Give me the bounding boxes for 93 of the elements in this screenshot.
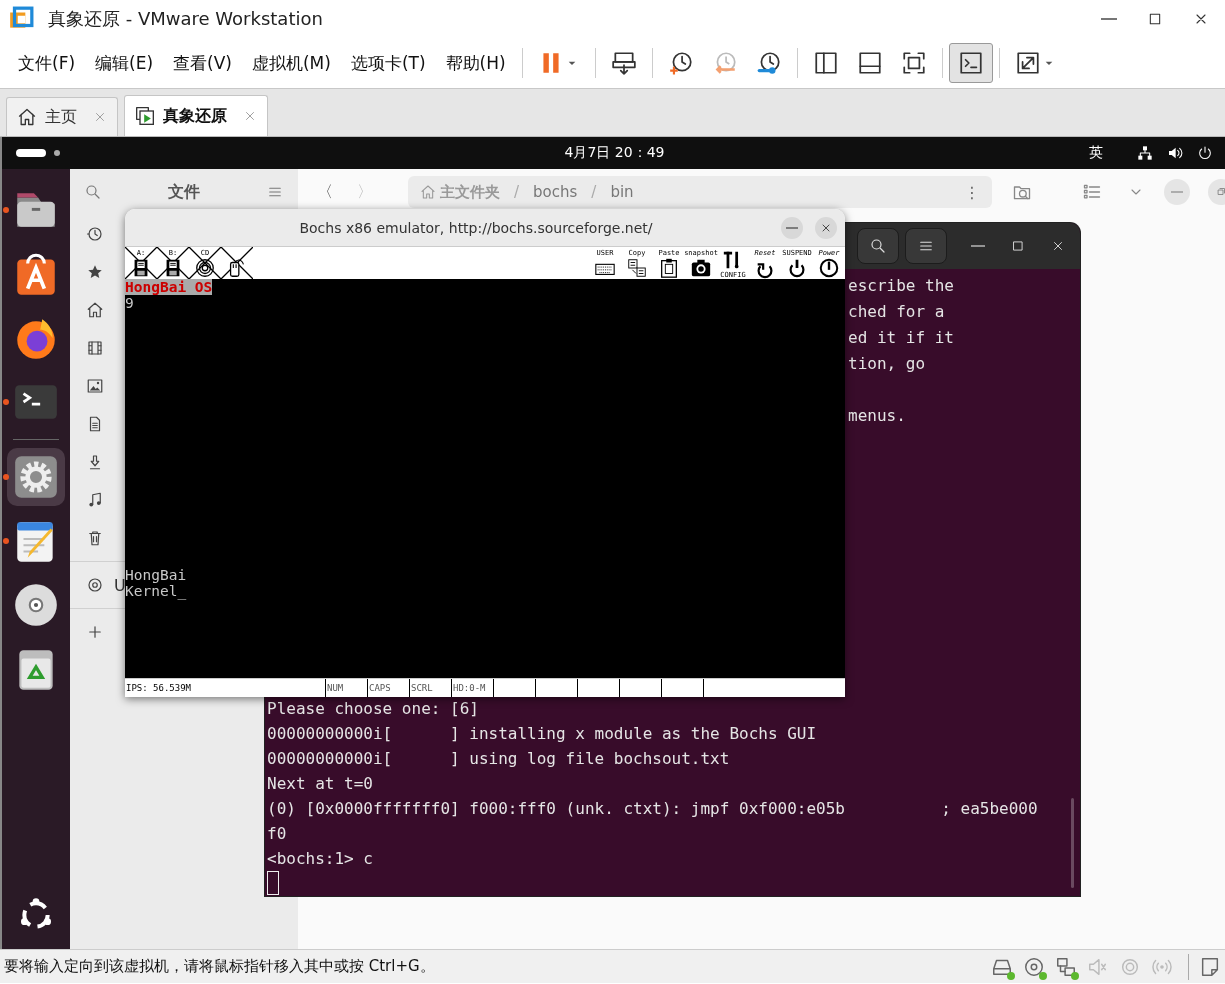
workspace-indicator[interactable] xyxy=(16,149,46,157)
maximize-icon[interactable] xyxy=(1011,239,1025,253)
terminal-line: <bochs:1> c xyxy=(267,848,374,870)
list-view-icon[interactable] xyxy=(1082,182,1102,202)
vm-icon xyxy=(135,106,155,126)
breadcrumb[interactable]: bochs xyxy=(533,183,578,201)
disc-icon xyxy=(86,576,104,594)
search-icon xyxy=(869,237,887,255)
text-cursor xyxy=(267,871,279,895)
device-status[interactable] xyxy=(1055,955,1077,978)
menu-item[interactable]: 编辑(E) xyxy=(85,51,164,75)
pictures-icon xyxy=(86,377,104,395)
status-cell-text: IPS: 56.539M xyxy=(125,682,193,695)
bottom-panel-icon xyxy=(856,50,883,76)
tab[interactable]: 真象还原 xyxy=(124,95,268,136)
terminal-line: ed it if it xyxy=(848,327,955,349)
close-button[interactable] xyxy=(815,216,837,239)
tab-label: 主页 xyxy=(45,106,77,128)
cd-icon xyxy=(194,257,216,279)
snapshot-manager-icon xyxy=(755,50,782,76)
terminal-line: escribe the xyxy=(848,275,955,297)
path-bar[interactable]: 主文件夹 / bochs / bin ⋮ xyxy=(408,176,992,208)
videos-icon xyxy=(86,339,104,357)
menu-item[interactable]: 虚拟机(M) xyxy=(241,51,341,75)
starred-icon xyxy=(86,263,104,281)
network-icon[interactable] xyxy=(1137,145,1153,161)
minimize-icon xyxy=(1171,191,1183,193)
note-icon[interactable] xyxy=(1199,955,1221,978)
back-button[interactable]: 〈 xyxy=(310,181,340,203)
window-title: 真象还原 - VMware Workstation xyxy=(48,7,323,31)
terminal-line: (0) [0x0000fffffff0] f000:fff0 (unk. ctxt): jmpf 0xf000:e05b ; ea5be000 xyxy=(267,798,1039,820)
more-button[interactable]: ⋮ xyxy=(964,182,980,202)
screen-text: 9 xyxy=(125,295,134,311)
console-view-button[interactable] xyxy=(948,43,993,83)
snapshot-take-icon xyxy=(667,50,694,76)
status-message: 要将输入定向到该虚拟机，请将鼠标指针移入其中或按 Ctrl+G。 xyxy=(4,957,435,976)
screen-text: HongBai OS xyxy=(125,279,213,295)
sidebar-item[interactable]: U xyxy=(70,566,126,604)
path-separator: / xyxy=(591,183,597,201)
terminal-line: tion, go xyxy=(848,353,927,375)
stretch-icon xyxy=(1014,50,1041,76)
screen-text: Kernel_ xyxy=(125,583,187,599)
trash-icon xyxy=(86,529,104,547)
status-cell: HD:0-M xyxy=(451,679,493,697)
volume-icon[interactable] xyxy=(1167,145,1183,161)
fullscreen-icon xyxy=(900,50,927,76)
scrollbar[interactable] xyxy=(1071,798,1074,888)
menu-item[interactable]: 选项卡(T) xyxy=(340,51,436,75)
minimize-icon xyxy=(786,226,798,229)
home-icon xyxy=(86,301,104,319)
terminal-line: ched for a xyxy=(848,301,946,323)
breadcrumb[interactable]: bin xyxy=(610,183,634,201)
network-icon xyxy=(1055,955,1077,978)
minimize-button[interactable] xyxy=(781,216,803,239)
maximize-icon[interactable] xyxy=(1147,11,1163,27)
home-icon xyxy=(420,184,436,200)
power-icon[interactable] xyxy=(1197,145,1213,161)
tab[interactable]: 主页 xyxy=(6,97,118,136)
terminal-line: menus. xyxy=(848,405,907,427)
screen-text: HongBai xyxy=(125,567,187,583)
window-title: Bochs x86 emulator, http://bochs.sourceforge.net/ xyxy=(298,219,654,236)
sidebar-view-icon xyxy=(812,50,839,76)
clock[interactable]: 4月7日 20：49 xyxy=(415,144,814,162)
device-status[interactable] xyxy=(1023,955,1045,978)
menu-item[interactable]: 查看(V) xyxy=(163,51,242,75)
terminal-line: 00000000000i[ ] installing x module as the Bochs GUI xyxy=(267,723,818,745)
console-view-icon xyxy=(957,50,984,76)
status-cell: SCRL xyxy=(409,679,451,697)
disc-icon xyxy=(1023,955,1045,978)
breadcrumb-label: 主文件夹 xyxy=(440,182,500,202)
status-cell: NUM xyxy=(325,679,367,697)
menu-item[interactable]: 文件(F) xyxy=(8,51,86,75)
terminal-line: 00000000000i[ ] using log file bochsout.txt xyxy=(267,748,731,770)
recent-icon xyxy=(86,225,104,243)
home-icon xyxy=(17,107,37,127)
input-method[interactable]: 英 xyxy=(1089,144,1103,162)
close-icon[interactable] xyxy=(1051,239,1065,253)
menu-button[interactable] xyxy=(905,228,947,264)
restore-icon xyxy=(1215,186,1225,198)
search-icon[interactable] xyxy=(84,183,102,201)
power-icon xyxy=(818,257,840,279)
menu-item[interactable]: 帮助(H) xyxy=(435,51,516,75)
search-button[interactable] xyxy=(857,228,899,264)
sidebar-title: 文件 xyxy=(167,181,201,203)
terminal-line: Next at t=0 xyxy=(267,773,374,795)
path-separator: / xyxy=(514,183,520,201)
tab-label: 真象还原 xyxy=(163,105,227,127)
plus-icon xyxy=(86,623,104,641)
terminal-line: Please choose one: [6] xyxy=(267,698,480,720)
terminal-line: f0 xyxy=(267,823,288,845)
status-cell: CAPS xyxy=(367,679,409,697)
send-keys-icon xyxy=(610,50,637,76)
music-icon xyxy=(86,491,104,509)
